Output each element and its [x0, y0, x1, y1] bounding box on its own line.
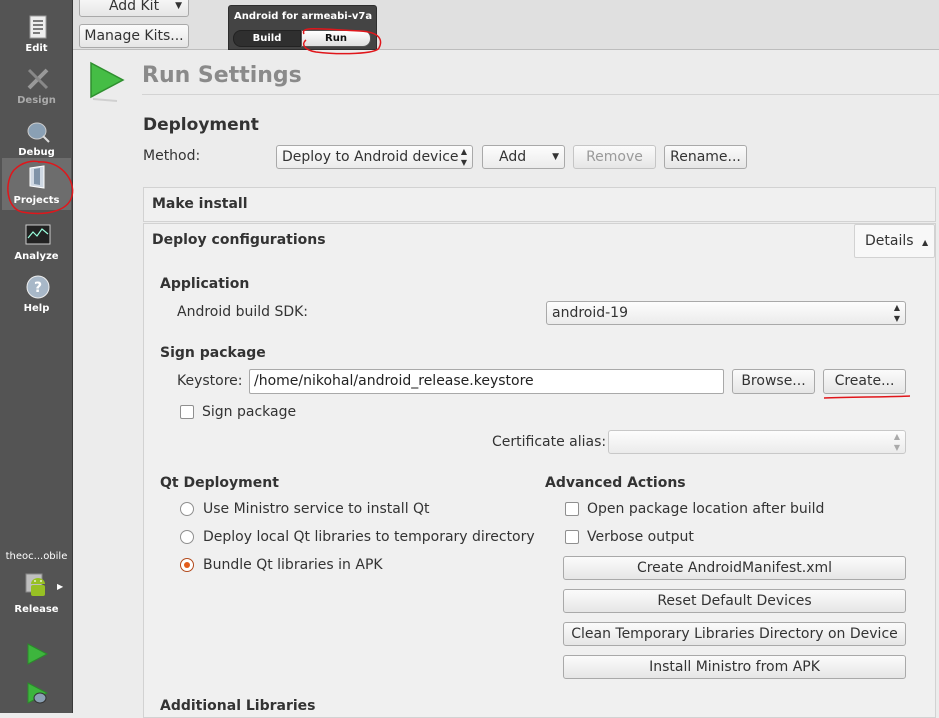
make-install-heading: Make install [152, 196, 248, 212]
mode-help-label: Help [23, 303, 50, 314]
rename-button[interactable]: Rename... [664, 145, 747, 169]
radio-local-libs[interactable] [180, 530, 194, 544]
mode-debug[interactable]: Debug [2, 110, 71, 160]
sdk-value: android-19 [552, 305, 628, 321]
deployment-heading: Deployment [143, 115, 259, 135]
additional-libraries-heading: Additional Libraries [160, 698, 316, 714]
mode-edit[interactable]: Edit [2, 6, 71, 56]
radio-ministro-label: Use Ministro service to install Qt [203, 501, 430, 517]
mode-projects-label: Projects [13, 195, 60, 206]
open-package-checkbox[interactable] [565, 502, 579, 516]
create-manifest-button[interactable]: Create AndroidManifest.xml [563, 556, 906, 580]
tab-build[interactable]: Build [233, 30, 301, 47]
clean-libs-button[interactable]: Clean Temporary Libraries Directory on D… [563, 622, 906, 646]
radio-bundle-libs[interactable] [180, 558, 194, 572]
sdk-label: Android build SDK: [177, 304, 309, 320]
open-package-label: Open package location after build [587, 501, 825, 517]
android-icon [25, 573, 45, 596]
help-icon: ? [26, 275, 50, 299]
run-icon[interactable] [24, 641, 50, 667]
add-deploy-label: Add [499, 149, 527, 165]
edit-icon [29, 15, 47, 39]
application-heading: Application [160, 276, 250, 292]
make-install-panel[interactable]: Make install [143, 187, 936, 222]
method-value: Deploy to Android device [282, 149, 459, 165]
keystore-input[interactable]: /home/nikohal/android_release.keystore [249, 369, 724, 394]
debug-icon [27, 122, 50, 143]
verbose-checkbox[interactable] [565, 530, 579, 544]
mode-design[interactable]: Design [2, 58, 71, 108]
project-label: theoc...obile [5, 551, 68, 562]
sign-package-heading: Sign package [160, 345, 266, 361]
create-keystore-button[interactable]: Create... [823, 369, 906, 394]
tab-run[interactable]: Run [301, 30, 371, 47]
radio-local-libs-label: Deploy local Qt libraries to temporary d… [203, 529, 535, 545]
sign-package-checkbox[interactable] [180, 405, 194, 419]
cert-alias-label: Certificate alias: [492, 434, 607, 450]
top-bar: Add Kit ▼ Manage Kits... Android for arm… [73, 0, 939, 50]
install-ministro-button[interactable]: Install Ministro from APK [563, 655, 906, 679]
advanced-actions-heading: Advanced Actions [545, 475, 686, 491]
browse-button[interactable]: Browse... [732, 369, 815, 394]
mode-analyze-label: Analyze [14, 251, 59, 262]
method-select[interactable]: Deploy to Android device ▲ ▼ [276, 145, 473, 169]
mode-analyze[interactable]: Analyze [2, 214, 71, 264]
mode-help[interactable]: ? Help [2, 266, 71, 316]
radio-ministro[interactable] [180, 502, 194, 516]
mode-design-label: Design [17, 95, 56, 106]
spinner-arrows-icon: ▲ ▼ [893, 303, 900, 323]
run-settings-icon [90, 61, 125, 102]
page-title: Run Settings [142, 63, 302, 88]
add-kit-label: Add Kit [108, 0, 160, 14]
radio-bundle-libs-label: Bundle Qt libraries in APK [203, 557, 383, 573]
title-divider [142, 94, 939, 95]
qt-deployment-heading: Qt Deployment [160, 475, 279, 491]
spinner-arrows-icon: ▲ ▼ [460, 147, 467, 167]
projects-icon [29, 165, 45, 189]
details-label: Details [865, 233, 914, 249]
kit-selector[interactable]: ▶ Release [0, 570, 73, 622]
deploy-configurations-heading: Deploy configurations [152, 232, 326, 248]
verbose-label: Verbose output [587, 529, 694, 545]
manage-kits-button[interactable]: Manage Kits... [79, 24, 189, 48]
mode-bar: Edit Design Debug Projects Analyze ? Hel… [0, 0, 73, 713]
analyze-icon [25, 224, 51, 245]
kit-selector-arrow-icon: ▶ [57, 582, 64, 591]
keystore-label: Keystore: [177, 373, 243, 389]
add-kit-button[interactable]: Add Kit ▼ [79, 0, 189, 17]
debug-run-icon[interactable] [24, 680, 50, 706]
add-deploy-button[interactable]: Add ▼ [482, 145, 565, 169]
build-config-label: Release [14, 604, 59, 615]
reset-devices-button[interactable]: Reset Default Devices [563, 589, 906, 613]
design-icon [27, 68, 49, 90]
chevron-down-icon: ▼ [175, 1, 182, 11]
cert-alias-select[interactable]: ▲ ▼ [608, 430, 906, 454]
mode-debug-label: Debug [18, 147, 55, 158]
remove-button[interactable]: Remove [573, 145, 656, 169]
sign-package-label: Sign package [202, 404, 297, 420]
chevron-down-icon: ▼ [552, 152, 559, 162]
svg-text:?: ? [34, 280, 42, 296]
kit-panel: Android for armeabi-v7a (G... Build Run [228, 5, 377, 50]
mode-projects[interactable]: Projects [2, 158, 71, 210]
sdk-select[interactable]: android-19 ▲ ▼ [546, 301, 906, 325]
chevron-up-icon: ▲ [922, 238, 929, 247]
run-settings-page: Run Settings Deployment Method: Deploy t… [73, 51, 939, 718]
method-label: Method: [143, 148, 201, 164]
details-button[interactable]: Details ▲ [854, 224, 935, 258]
spinner-arrows-icon: ▲ ▼ [893, 432, 900, 452]
mode-edit-label: Edit [25, 43, 48, 54]
kit-name: Android for armeabi-v7a (G... [234, 11, 374, 22]
